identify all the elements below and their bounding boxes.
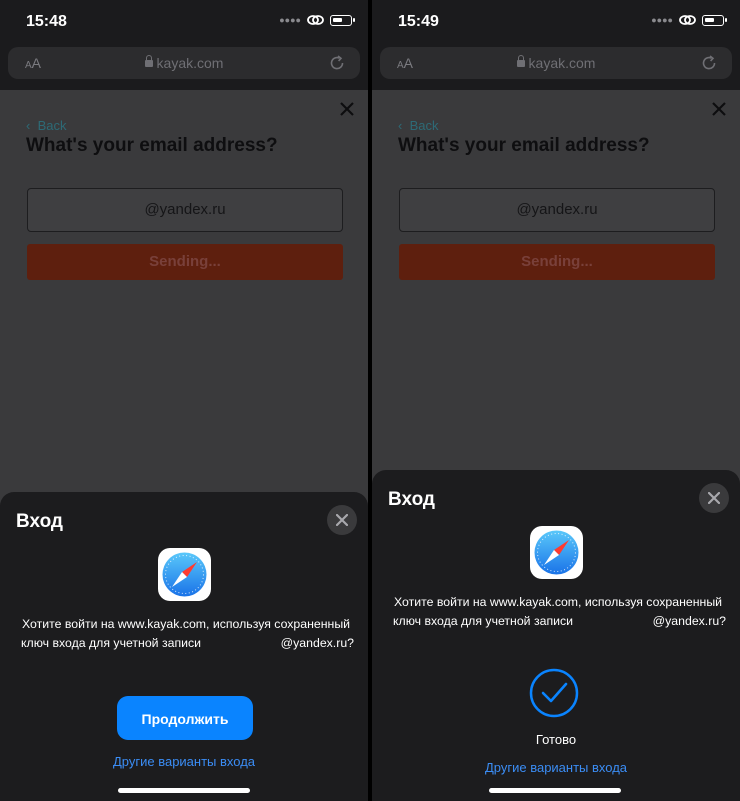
close-icon[interactable] bbox=[336, 98, 358, 120]
battery-icon bbox=[330, 14, 355, 26]
status-bar: 15:48 ●●●● bbox=[0, 0, 368, 44]
other-sign-in-options-link[interactable]: Другие варианты входа bbox=[0, 754, 368, 769]
url-text: kayak.com bbox=[156, 55, 224, 71]
back-link[interactable]: ‹ Back bbox=[398, 118, 438, 133]
close-icon[interactable] bbox=[708, 98, 730, 120]
home-indicator bbox=[118, 788, 250, 793]
link-icon bbox=[679, 15, 696, 25]
link-icon bbox=[307, 15, 324, 25]
signal-dots-icon: ●●●● bbox=[279, 15, 301, 25]
safari-icon bbox=[530, 526, 583, 579]
done-label: Готово bbox=[535, 732, 577, 747]
status-icons: ●●●● bbox=[279, 14, 355, 26]
email-field[interactable]: @yandex.ru bbox=[27, 188, 343, 232]
lock-icon bbox=[516, 55, 525, 67]
address-bar[interactable]: AA kayak.com bbox=[380, 47, 732, 79]
close-icon bbox=[708, 492, 720, 504]
lock-icon bbox=[144, 55, 153, 67]
home-indicator bbox=[489, 788, 621, 793]
passkey-sheet: Вход Хотите войти на www.kayak.com, испо… bbox=[372, 470, 740, 801]
signal-dots-icon: ●●●● bbox=[651, 15, 673, 25]
sheet-message: Хотите войти на www.kayak.com, используя… bbox=[393, 595, 726, 628]
address-bar[interactable]: AA kayak.com bbox=[8, 47, 360, 79]
battery-icon bbox=[702, 14, 727, 26]
sheet-close-button[interactable] bbox=[327, 505, 357, 535]
url-display[interactable]: kayak.com bbox=[8, 55, 360, 71]
email-field[interactable]: @yandex.ru bbox=[399, 188, 715, 232]
status-time: 15:48 bbox=[26, 13, 67, 30]
sheet-title: Вход bbox=[16, 511, 63, 532]
url-text: kayak.com bbox=[528, 55, 596, 71]
reload-icon[interactable] bbox=[328, 54, 346, 72]
close-icon bbox=[336, 514, 348, 526]
sending-button[interactable]: Sending... bbox=[27, 244, 343, 280]
checkmark-icon bbox=[529, 668, 579, 718]
phone-screen-left: 15:48 ●●●● AA kayak.com ‹ Back What's yo… bbox=[0, 0, 368, 801]
url-display[interactable]: kayak.com bbox=[380, 55, 732, 71]
sheet-message: Хотите войти на www.kayak.com, используя… bbox=[21, 617, 354, 650]
status-icons: ●●●● bbox=[651, 14, 727, 26]
back-link[interactable]: ‹ Back bbox=[26, 118, 66, 133]
sheet-title: Вход bbox=[388, 489, 435, 510]
passkey-sheet: Вход Хотите войти на www.kayak.com, испо… bbox=[0, 492, 368, 801]
sheet-close-button[interactable] bbox=[699, 483, 729, 513]
phone-screen-right: 15:49 ●●●● AA kayak.com ‹ Back What's yo… bbox=[372, 0, 740, 801]
sending-button[interactable]: Sending... bbox=[399, 244, 715, 280]
reload-icon[interactable] bbox=[700, 54, 718, 72]
other-sign-in-options-link[interactable]: Другие варианты входа bbox=[372, 760, 740, 775]
status-time: 15:49 bbox=[398, 13, 439, 30]
safari-icon bbox=[158, 548, 211, 601]
status-bar: 15:49 ●●●● bbox=[372, 0, 740, 44]
page-title: What's your email address? bbox=[398, 135, 650, 156]
page-title: What's your email address? bbox=[26, 135, 278, 156]
continue-button[interactable]: Продолжить bbox=[117, 696, 253, 740]
